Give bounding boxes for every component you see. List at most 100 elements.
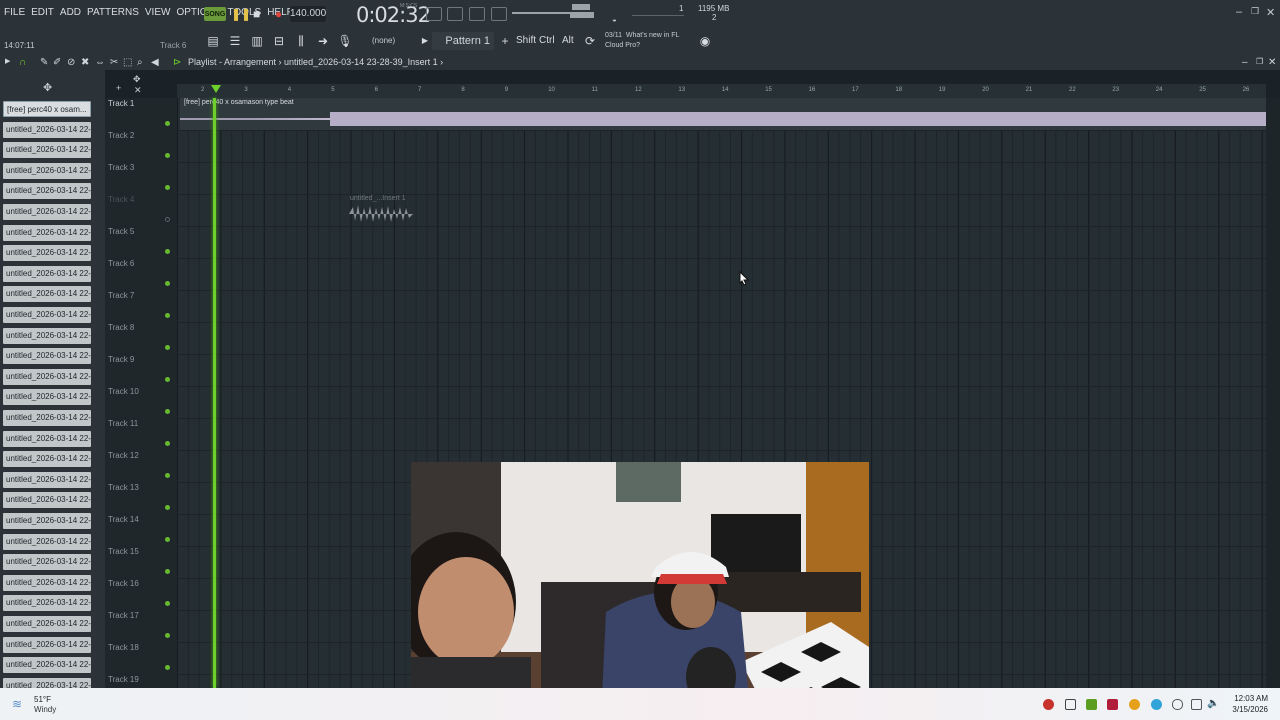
track-mute-led[interactable] — [165, 121, 170, 126]
browser-clip-item[interactable]: untitled_2026-03-14 22-... — [3, 595, 91, 612]
track-name-label[interactable]: Track 12 — [108, 451, 139, 460]
clear-icon[interactable]: ✕ — [134, 85, 142, 96]
playback-tool-icon[interactable]: ◀ — [151, 57, 159, 68]
browser-clip-item[interactable]: untitled_2026-03-14 22-... — [3, 574, 91, 591]
playlist-close-icon[interactable]: ✕ — [1268, 57, 1276, 68]
track-mute-led[interactable] — [165, 601, 170, 606]
browser-clip-item[interactable]: untitled_2026-03-14 22-... — [3, 533, 91, 550]
browser-clip-item[interactable]: untitled_2026-03-14 22-... — [3, 657, 91, 674]
move-icon[interactable]: ✥ — [43, 81, 52, 94]
fl-cloud-icon[interactable]: ◉ — [697, 33, 713, 49]
track-mute-led[interactable] — [165, 313, 170, 318]
track-name-label[interactable]: Track 10 — [108, 387, 139, 396]
track-mute-led[interactable] — [165, 377, 170, 382]
browser-clip-item[interactable]: untitled_2026-03-14 22-... — [3, 636, 91, 653]
track-mute-led[interactable] — [165, 409, 170, 414]
stop-icon[interactable]: ■ — [253, 7, 260, 21]
menu-item-view[interactable]: VIEW — [145, 7, 171, 18]
track-mute-led[interactable] — [165, 473, 170, 478]
select-tool-icon[interactable]: ⬚ — [123, 57, 132, 68]
browser-clip-item[interactable]: untitled_2026-03-14 22-... — [3, 410, 91, 426]
track-name-label[interactable]: Track 18 — [108, 643, 139, 652]
add-pattern-icon[interactable]: + — [497, 33, 513, 49]
piano-roll-icon[interactable]: ▥ — [249, 33, 265, 49]
browser-clip-item[interactable]: untitled_2026-03-14 22-... — [3, 327, 91, 344]
channel-rack-icon[interactable]: ☰ — [227, 33, 243, 49]
track-name-label[interactable]: Track 2 — [108, 131, 134, 140]
taskbar-date[interactable]: 3/15/2026 — [1224, 705, 1268, 714]
shift-key-button[interactable]: Shift — [516, 35, 536, 46]
mixer-icon[interactable]: ⫼ — [293, 33, 309, 49]
slice-tool-icon[interactable]: ✂ — [110, 57, 118, 68]
track-mute-led[interactable] — [165, 441, 170, 446]
track-name-label[interactable]: Track 11 — [108, 419, 138, 428]
volume-icon[interactable]: 🔈 — [1207, 698, 1219, 709]
track-mute-led[interactable] — [165, 185, 170, 190]
record-app-icon[interactable] — [1043, 699, 1054, 710]
add-track-icon[interactable]: + — [116, 83, 121, 93]
step-edit-icon[interactable] — [447, 7, 463, 21]
browser-clip-item[interactable]: untitled_2026-03-14 22-... — [3, 616, 91, 632]
microphone-icon[interactable]: 🎙 — [337, 33, 353, 49]
track-mute-led[interactable] — [165, 633, 170, 638]
browser-clip-item[interactable]: untitled_2026-03-14 22-... — [3, 224, 91, 241]
track-name-label[interactable]: Track 5 — [108, 227, 134, 236]
browser-clip-item[interactable]: untitled_2026-03-14 22-... — [3, 348, 91, 365]
browser-clip-item[interactable]: [free] perc40 x osam... — [3, 101, 91, 117]
browser-clip-item[interactable]: untitled_2026-03-14 22-... — [3, 245, 91, 262]
playlist-window-icon[interactable]: ▤ — [205, 33, 221, 49]
track-name-label[interactable]: Track 6 — [108, 259, 134, 268]
track-name-label[interactable]: Track 9 — [108, 355, 134, 364]
expand-icon[interactable]: ✥ — [133, 74, 141, 85]
song-time-display[interactable]: 0:02:32 — [356, 3, 431, 27]
weather-wind-icon[interactable]: ≋ — [12, 697, 22, 711]
tempo-field[interactable]: 140.000 — [290, 6, 326, 22]
browser-icon[interactable]: ⊟ — [271, 33, 287, 49]
playlist-maximize-icon[interactable]: ❐ — [1256, 57, 1263, 66]
menu-item-edit[interactable]: EDIT — [31, 7, 54, 18]
playlist-arrow-icon[interactable]: ⊳ — [173, 57, 181, 68]
browser-clip-item[interactable]: untitled_2026-03-14 22-... — [3, 471, 91, 488]
paint-tool-icon[interactable]: ✐ — [53, 57, 61, 68]
network-app-icon[interactable] — [1151, 699, 1162, 710]
vertical-scrollbar[interactable] — [1266, 98, 1280, 688]
clipboard-icon[interactable] — [1065, 699, 1076, 710]
track-name-label[interactable]: Track 19 — [108, 675, 139, 684]
browser-clip-item[interactable]: untitled_2026-03-14 22-... — [3, 307, 91, 323]
news-icon[interactable]: ⟳ — [582, 33, 598, 49]
chrome-icon[interactable] — [1129, 699, 1140, 710]
browser-clip-item[interactable]: untitled_2026-03-14 22-... — [3, 513, 91, 529]
draw-tool-icon[interactable]: ✎ — [40, 57, 48, 68]
shield-app-icon[interactable] — [1107, 699, 1118, 710]
typing-keyboard-icon[interactable] — [426, 7, 442, 21]
pause-icon[interactable]: ❚❚ — [231, 7, 251, 21]
browser-clip-item[interactable]: untitled_2026-03-14 22-... — [3, 142, 91, 159]
taskbar-time[interactable]: 12:03 AM — [1232, 694, 1268, 703]
track-mute-led[interactable] — [165, 569, 170, 574]
pattern-selector[interactable]: Pattern 1 — [432, 32, 494, 50]
track-mute-led[interactable] — [165, 249, 170, 254]
track-name-label[interactable]: Track 13 — [108, 483, 139, 492]
playhead-marker[interactable] — [211, 85, 221, 93]
pattern-arrow-icon[interactable]: ▶ — [417, 33, 433, 49]
plugin-picker-icon[interactable]: ➜ — [315, 33, 331, 49]
pitch-knob[interactable] — [572, 4, 590, 10]
browser-clip-item[interactable]: untitled_2026-03-14 22-... — [3, 265, 91, 282]
browser-clip-item[interactable]: untitled_2026-03-14 22-... — [3, 204, 91, 220]
audio-clip-muted[interactable]: untitled_...Insert 1 — [347, 194, 415, 226]
volume-knob[interactable] — [570, 12, 594, 18]
browser-clip-item[interactable]: untitled_2026-03-14 22-... — [3, 162, 91, 179]
display-icon[interactable] — [1191, 699, 1202, 710]
zoom-tool-icon[interactable]: ⌕ — [137, 57, 143, 68]
browser-clip-item[interactable]: untitled_2026-03-14 22-... — [3, 389, 91, 406]
weather-temperature[interactable]: 51°F — [34, 695, 51, 704]
magnet-icon[interactable]: ∩ — [19, 57, 26, 68]
track-name-label[interactable]: Track 1 — [108, 99, 134, 108]
record-icon[interactable]: ● — [275, 7, 282, 21]
alt-key-button[interactable]: Alt — [562, 35, 574, 46]
track-mute-led[interactable] — [165, 505, 170, 510]
browser-clip-item[interactable]: untitled_2026-03-14 22-... — [3, 368, 91, 385]
track-mute-led[interactable] — [165, 345, 170, 350]
browser-clip-item[interactable]: untitled_2026-03-14 22-... — [3, 286, 91, 303]
browser-clip-item[interactable]: untitled_2026-03-14 22-... — [3, 492, 91, 509]
